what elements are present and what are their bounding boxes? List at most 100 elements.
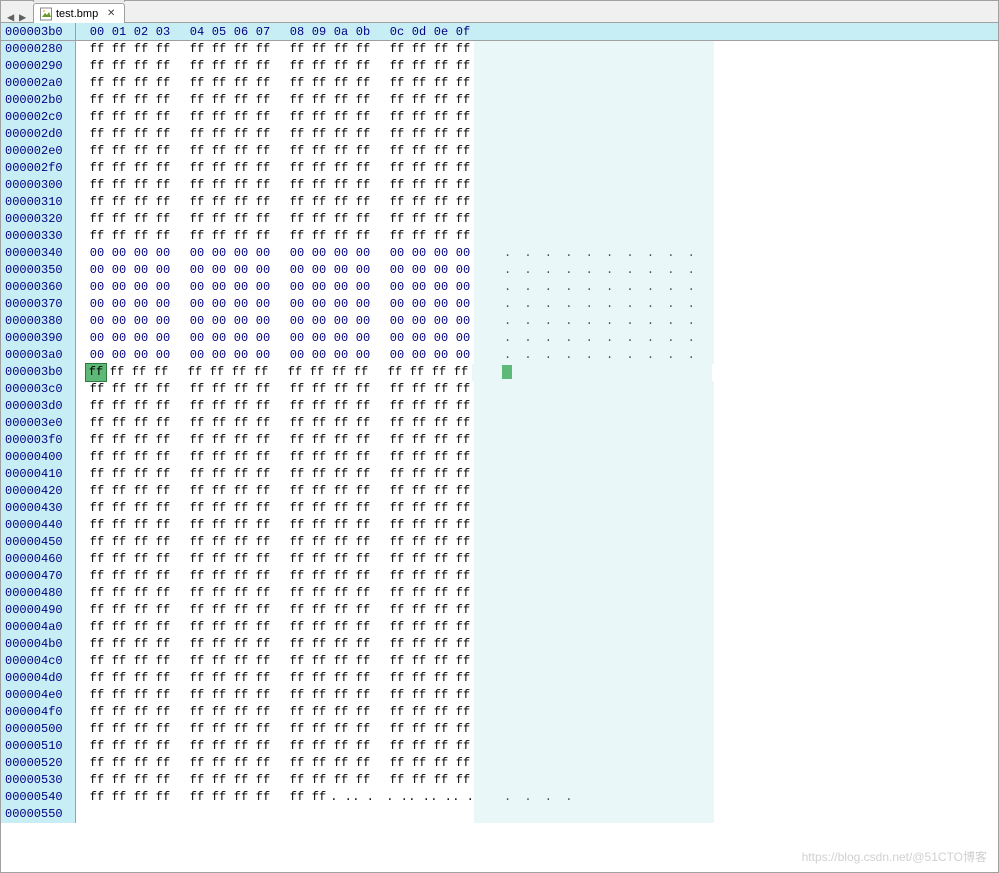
ascii-column[interactable] (474, 126, 714, 143)
hex-byte[interactable]: ff (430, 602, 452, 619)
hex-byte[interactable]: ff (430, 432, 452, 449)
hex-byte[interactable]: ff (252, 415, 274, 432)
ascii-column[interactable]: . . . . (474, 789, 714, 806)
hex-byte[interactable]: ff (230, 789, 252, 806)
hex-byte[interactable]: ff (252, 568, 274, 585)
hex-byte[interactable]: ff (408, 534, 430, 551)
hex-byte[interactable]: ff (408, 602, 430, 619)
hex-byte[interactable]: 00 (408, 330, 430, 347)
hex-byte[interactable]: ff (352, 75, 374, 92)
hex-byte[interactable]: ff (130, 58, 152, 75)
hex-byte[interactable]: ff (330, 755, 352, 772)
hex-byte[interactable]: ff (330, 551, 352, 568)
hex-byte[interactable]: ff (230, 381, 252, 398)
hex-byte[interactable] (286, 806, 308, 823)
row-offset[interactable]: 00000510 (1, 738, 76, 755)
hex-byte[interactable]: 00 (152, 279, 174, 296)
hex-byte[interactable]: ff (386, 126, 408, 143)
hex-byte[interactable]: ff (452, 772, 474, 789)
hex-byte[interactable]: ff (86, 58, 108, 75)
hex-byte[interactable]: ff (428, 364, 450, 381)
ascii-column[interactable] (474, 568, 714, 585)
hex-byte[interactable]: ff (386, 398, 408, 415)
hex-byte[interactable]: ff (286, 177, 308, 194)
hex-byte[interactable]: ff (452, 551, 474, 568)
hex-byte[interactable]: 00 (86, 279, 108, 296)
hex-byte[interactable]: ff (208, 602, 230, 619)
hex-byte[interactable]: ff (330, 585, 352, 602)
hex-byte[interactable]: 00 (408, 262, 430, 279)
hex-byte[interactable]: ff (186, 109, 208, 126)
hex-byte[interactable]: 00 (108, 245, 130, 262)
ascii-column[interactable] (474, 92, 714, 109)
hex-byte[interactable]: ff (85, 363, 107, 382)
hex-byte[interactable]: 00 (408, 347, 430, 364)
hex-byte[interactable]: ff (208, 772, 230, 789)
tab-next-icon[interactable]: ▶ (19, 10, 29, 22)
hex-byte[interactable]: ff (308, 466, 330, 483)
hex-byte[interactable]: ff (452, 211, 474, 228)
hex-byte[interactable]: ff (152, 109, 174, 126)
hex-byte[interactable]: ff (308, 789, 330, 806)
hex-byte[interactable]: ff (408, 755, 430, 772)
row-offset[interactable]: 000004d0 (1, 670, 76, 687)
ascii-column[interactable] (474, 381, 714, 398)
hex-byte[interactable]: ff (386, 211, 408, 228)
hex-byte[interactable]: ff (130, 619, 152, 636)
hex-byte[interactable]: ff (308, 551, 330, 568)
ascii-column[interactable] (474, 619, 714, 636)
hex-byte[interactable]: ff (186, 551, 208, 568)
row-offset[interactable]: 00000400 (1, 449, 76, 466)
hex-byte[interactable]: ff (230, 585, 252, 602)
hex-byte[interactable]: ff (252, 432, 274, 449)
hex-byte[interactable]: ff (230, 58, 252, 75)
hex-byte[interactable]: ff (252, 755, 274, 772)
hex-byte[interactable]: ff (208, 789, 230, 806)
hex-byte[interactable]: 00 (352, 313, 374, 330)
hex-byte[interactable]: ff (208, 534, 230, 551)
hex-byte[interactable]: ff (86, 568, 108, 585)
hex-byte[interactable]: 00 (330, 296, 352, 313)
hex-byte[interactable]: 00 (252, 330, 274, 347)
hex-byte[interactable]: ff (208, 194, 230, 211)
hex-byte[interactable]: ff (430, 449, 452, 466)
hex-byte[interactable]: ff (430, 41, 452, 58)
hex-byte[interactable] (152, 806, 174, 823)
hex-byte[interactable]: ff (152, 721, 174, 738)
hex-byte[interactable]: ff (208, 228, 230, 245)
hex-byte[interactable]: ff (286, 58, 308, 75)
hex-byte[interactable]: ff (352, 619, 374, 636)
hex-byte[interactable]: ff (108, 534, 130, 551)
hex-byte[interactable]: ff (408, 415, 430, 432)
hex-byte[interactable]: ff (308, 483, 330, 500)
hex-byte[interactable]: ff (430, 721, 452, 738)
row-offset[interactable]: 00000370 (1, 296, 76, 313)
hex-byte[interactable]: ff (252, 704, 274, 721)
hex-byte[interactable]: ff (452, 619, 474, 636)
hex-byte[interactable]: ff (286, 194, 308, 211)
hex-byte[interactable]: 00 (130, 296, 152, 313)
hex-byte[interactable]: ff (430, 143, 452, 160)
hex-byte[interactable]: ff (186, 126, 208, 143)
hex-byte[interactable]: ff (408, 653, 430, 670)
hex-byte[interactable]: ff (286, 738, 308, 755)
hex-byte[interactable]: ff (452, 415, 474, 432)
hex-byte[interactable]: ff (86, 194, 108, 211)
hex-byte[interactable]: ff (408, 41, 430, 58)
hex-byte[interactable]: ff (308, 772, 330, 789)
hex-byte[interactable]: ff (152, 585, 174, 602)
hex-byte[interactable]: ff (230, 415, 252, 432)
hex-byte[interactable]: ff (352, 687, 374, 704)
hex-byte[interactable]: ff (130, 466, 152, 483)
hex-byte[interactable]: ff (86, 75, 108, 92)
hex-byte[interactable]: ff (130, 177, 152, 194)
hex-byte[interactable]: ff (308, 143, 330, 160)
hex-byte[interactable]: 00 (308, 279, 330, 296)
hex-byte[interactable]: ff (208, 126, 230, 143)
hex-byte[interactable]: ff (308, 126, 330, 143)
hex-byte[interactable]: ff (86, 755, 108, 772)
hex-byte[interactable]: ff (108, 398, 130, 415)
hex-byte[interactable]: ff (130, 143, 152, 160)
row-offset[interactable]: 000004c0 (1, 653, 76, 670)
hex-byte[interactable]: ff (130, 483, 152, 500)
